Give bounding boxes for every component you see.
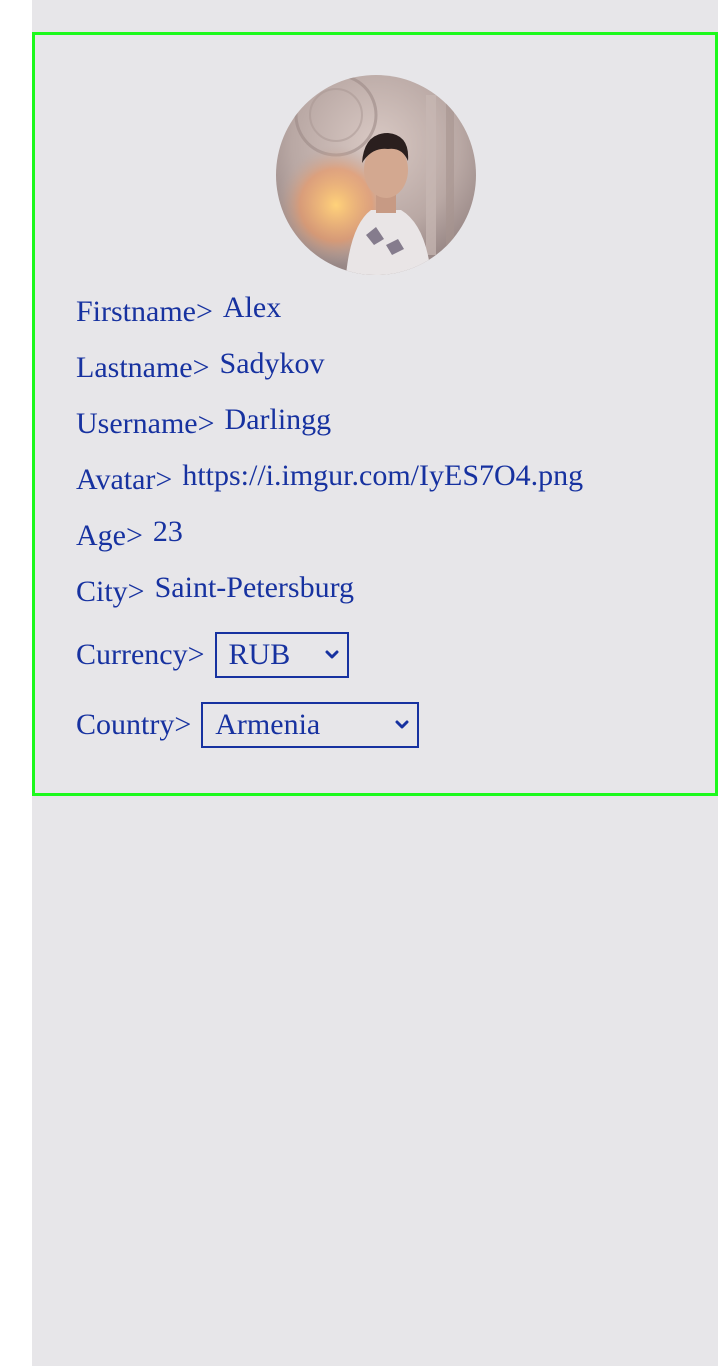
currency-select[interactable]: RUB xyxy=(214,632,349,678)
avatar-label: Avatar> xyxy=(76,463,173,496)
avatar-url-value: https://i.imgur.com/IyES7O4.png xyxy=(182,459,584,492)
currency-row: Currency> RUB xyxy=(76,632,349,678)
currency-label: Currency> xyxy=(76,637,205,671)
city-label: City> xyxy=(76,575,145,608)
country-select[interactable]: Armenia xyxy=(201,702,420,748)
age-row: Age> 23 xyxy=(76,517,183,552)
city-row: City> Saint-Petersburg xyxy=(76,573,354,608)
country-label: Country> xyxy=(76,707,192,741)
lastname-row: Lastname> Sadykov xyxy=(76,349,325,384)
avatar xyxy=(276,75,476,275)
profile-card: Firstname> Alex Lastname> Sadykov Username… xyxy=(32,32,718,796)
age-value: 23 xyxy=(152,515,183,548)
lastname-value: Sadykov xyxy=(219,347,325,380)
firstname-value: Alex xyxy=(222,291,282,324)
username-row: Username> Darlingg xyxy=(76,405,331,440)
currency-selected-value: RUB xyxy=(228,638,291,671)
username-value: Darlingg xyxy=(224,403,332,436)
lastname-label: Lastname> xyxy=(76,351,210,384)
avatar-row: Avatar> https://i.imgur.com/IyES7O4.png xyxy=(76,461,583,496)
age-label: Age> xyxy=(76,519,143,552)
chevron-down-icon xyxy=(325,650,339,659)
avatar-image xyxy=(276,75,476,275)
firstname-label: Firstname> xyxy=(76,295,213,328)
username-label: Username> xyxy=(76,407,215,440)
country-row: Country> Armenia xyxy=(76,702,420,748)
firstname-row: Firstname> Alex xyxy=(76,293,281,328)
country-selected-value: Armenia xyxy=(215,708,321,741)
city-value: Saint-Petersburg xyxy=(154,571,355,604)
chevron-down-icon xyxy=(395,720,409,729)
